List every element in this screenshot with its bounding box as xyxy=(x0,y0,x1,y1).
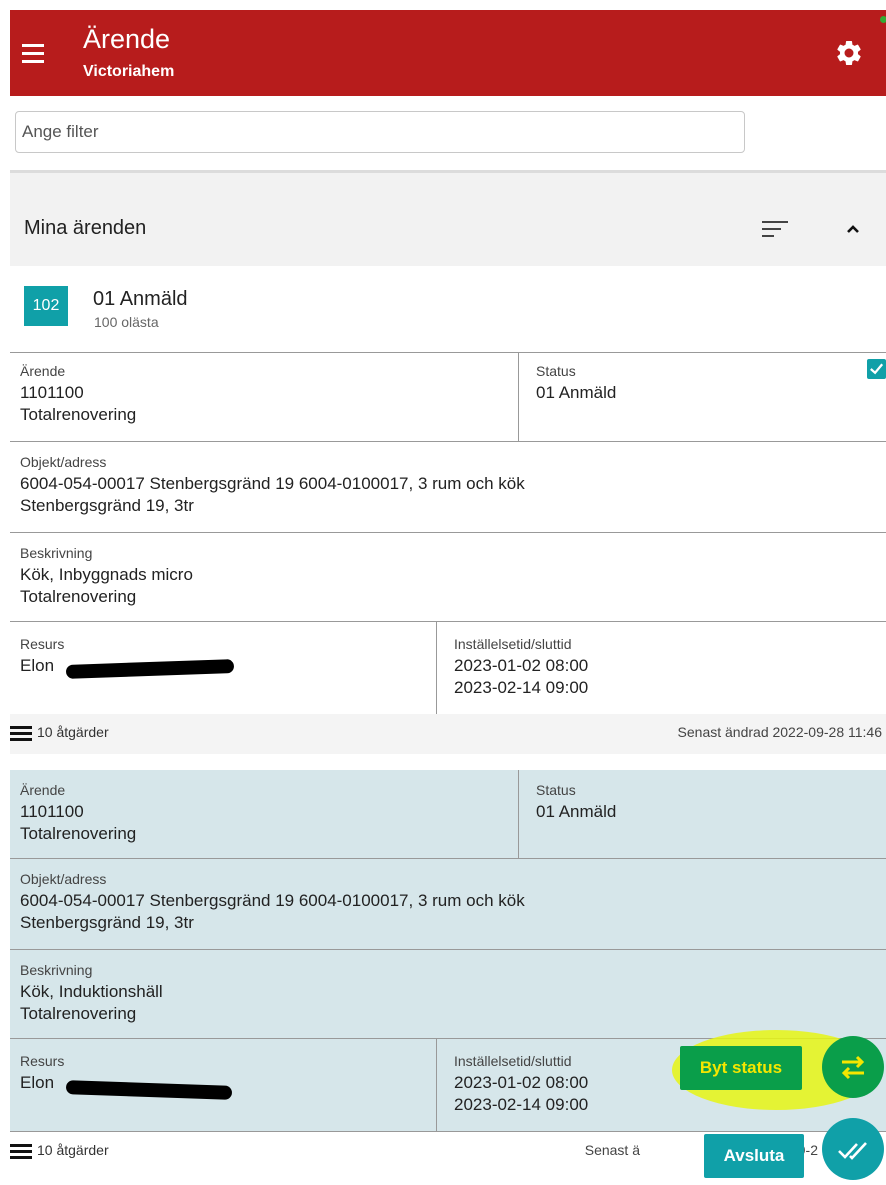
change-status-button[interactable]: Byt status xyxy=(680,1046,802,1090)
address-label: Objekt/adress xyxy=(20,871,107,887)
address-label: Objekt/adress xyxy=(20,454,107,470)
status-label: Status xyxy=(536,363,576,379)
card-footer: 10 åtgärder Senast ändrad 2022-09-28 11:… xyxy=(10,714,886,754)
redaction-mark xyxy=(65,1080,233,1100)
description-line-1: Kök, Induktionshäll xyxy=(20,982,163,1001)
description-label: Beskrivning xyxy=(20,545,93,561)
resource-value: Elon xyxy=(20,1073,55,1092)
case-number: 1101100 xyxy=(20,383,84,402)
description-line-2: Totalrenovering xyxy=(20,587,137,606)
status-group[interactable]: 102 01 Anmäld 100 olästa xyxy=(10,266,886,352)
actions-count[interactable]: 10 åtgärder xyxy=(37,1142,109,1158)
case-type: Totalrenovering xyxy=(20,405,137,424)
app-bar: Ärende Victoriahem xyxy=(10,10,886,96)
page-subtitle: Victoriahem xyxy=(83,63,175,80)
page-title: Ärende xyxy=(83,24,171,54)
resource-label: Resurs xyxy=(20,636,65,652)
time-label: Inställelsetid/sluttid xyxy=(454,636,572,652)
swap-status-fab[interactable] xyxy=(822,1036,884,1098)
status-dot xyxy=(880,16,886,23)
address-line-2: Stenbergsgränd 19, 3tr xyxy=(20,913,194,932)
time-start: 2023-01-02 08:00 xyxy=(454,1073,589,1092)
status-value: 01 Anmäld xyxy=(536,802,617,821)
sort-icon[interactable] xyxy=(762,221,788,241)
gear-icon[interactable] xyxy=(834,38,864,68)
time-end: 2023-02-14 09:00 xyxy=(454,1095,589,1114)
section-header: Mina ärenden xyxy=(10,170,886,269)
done-fab[interactable] xyxy=(822,1118,884,1180)
description-label: Beskrivning xyxy=(20,962,93,978)
check-icon xyxy=(870,363,884,375)
list-icon[interactable] xyxy=(10,726,32,742)
address-line-2: Stenbergsgränd 19, 3tr xyxy=(20,496,194,515)
card-checkbox[interactable] xyxy=(867,359,886,379)
status-value: 01 Anmäld xyxy=(536,383,617,402)
time-end: 2023-02-14 09:00 xyxy=(454,678,589,697)
resource-label: Resurs xyxy=(20,1053,65,1069)
finish-button[interactable]: Avsluta xyxy=(704,1134,804,1178)
case-type: Totalrenovering xyxy=(20,824,137,843)
case-label: Ärende xyxy=(20,363,66,379)
actions-count[interactable]: 10 åtgärder xyxy=(37,724,109,740)
description-line-1: Kök, Inbyggnads micro xyxy=(20,565,193,584)
group-count-badge: 102 xyxy=(24,286,68,326)
double-check-icon xyxy=(838,1142,867,1160)
last-modified: Senast ändrad 2022-09-28 11:46 xyxy=(677,724,882,740)
case-label: Ärende xyxy=(20,782,66,798)
time-start: 2023-01-02 08:00 xyxy=(454,656,589,675)
case-number: 1101100 xyxy=(20,802,84,821)
address-line-1: 6004-054-00017 Stenbergsgränd 19 6004-01… xyxy=(20,891,525,910)
chevron-up-icon[interactable] xyxy=(841,217,865,241)
address-line-1: 6004-054-00017 Stenbergsgränd 19 6004-01… xyxy=(20,474,525,493)
last-modified: Senast ä xyxy=(584,1142,640,1158)
time-label: Inställelsetid/sluttid xyxy=(454,1053,572,1069)
swap-arrows-icon xyxy=(841,1055,865,1080)
group-unread-count: 100 olästa xyxy=(94,314,159,330)
status-label: Status xyxy=(536,782,576,798)
list-icon[interactable] xyxy=(10,1144,32,1160)
hamburger-menu-icon[interactable] xyxy=(22,44,44,63)
redaction-mark xyxy=(65,659,235,679)
description-line-2: Totalrenovering xyxy=(20,1004,137,1023)
section-title: Mina ärenden xyxy=(24,217,147,239)
resource-value: Elon xyxy=(20,656,55,675)
filter-input[interactable] xyxy=(15,111,745,153)
case-card[interactable]: Ärende 1101100 Totalrenovering Status 01… xyxy=(10,352,886,716)
group-title: 01 Anmäld xyxy=(93,288,188,310)
